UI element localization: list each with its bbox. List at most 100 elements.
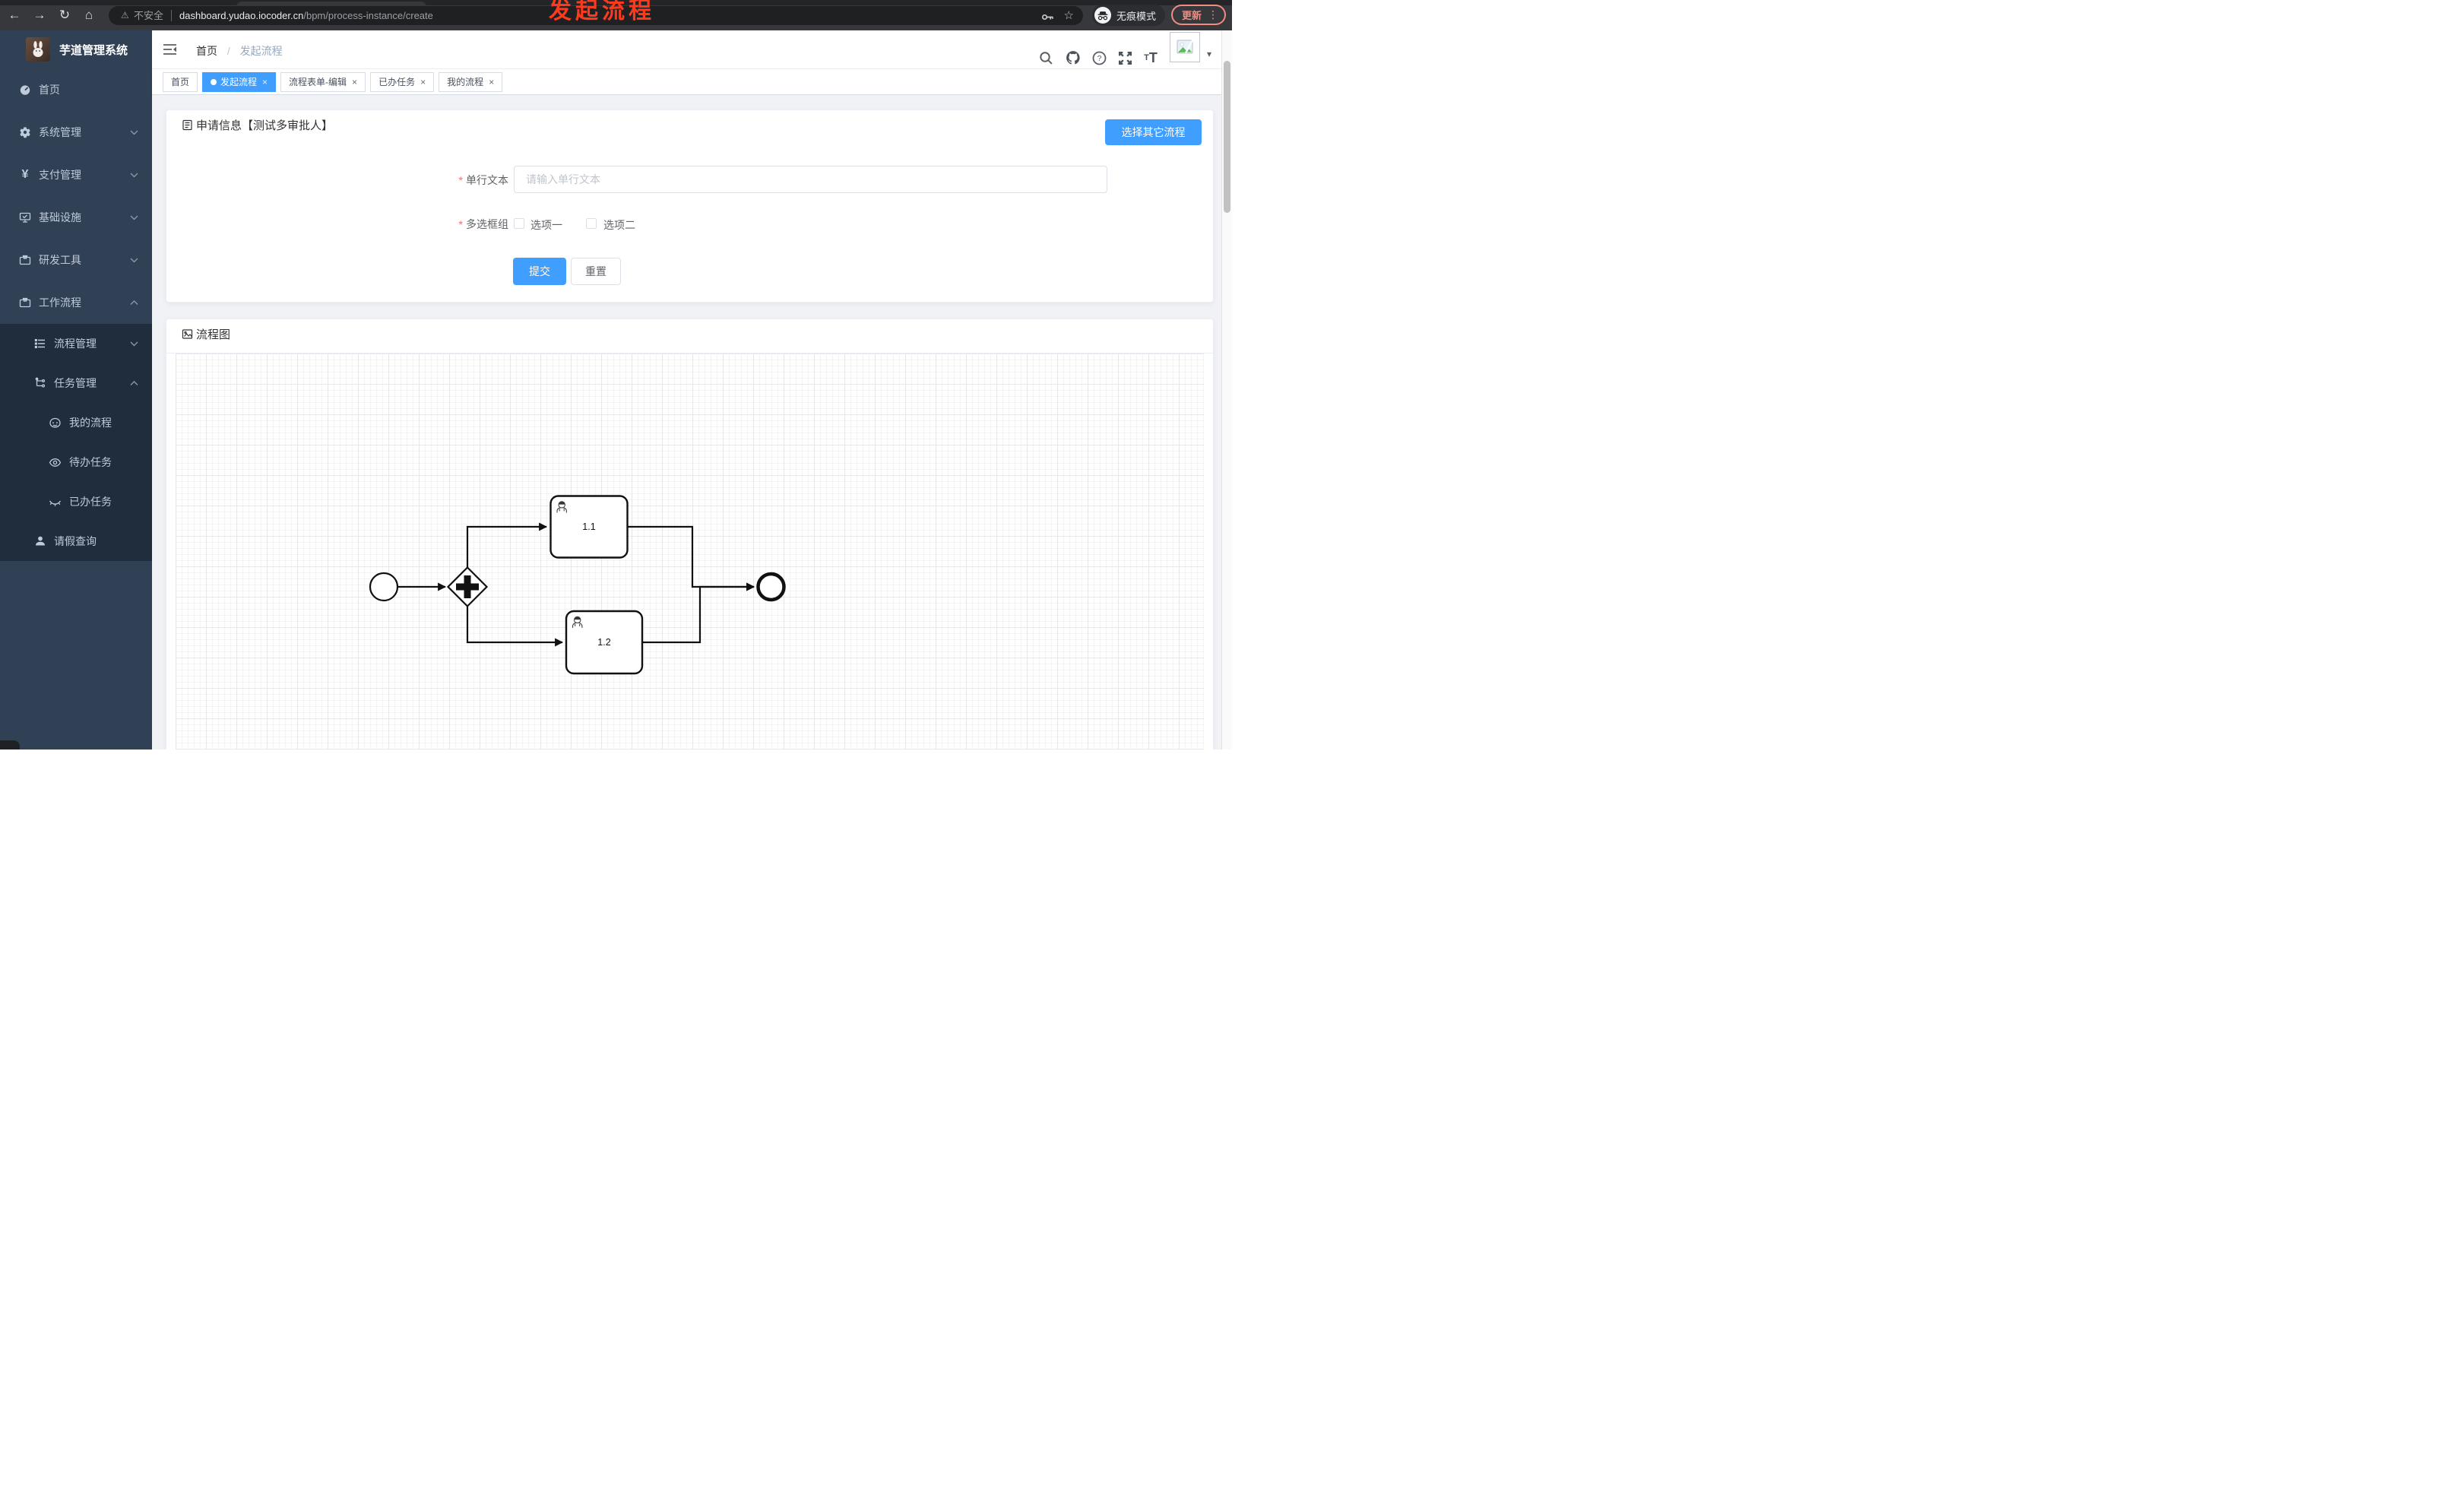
flow-task1-to-end[interactable] — [628, 525, 755, 591]
close-icon[interactable]: × — [352, 73, 357, 91]
close-icon[interactable]: × — [262, 73, 268, 91]
sidebar-item-label: 待办任务 — [69, 456, 112, 468]
flow-task2-to-end[interactable] — [642, 582, 755, 644]
key-icon[interactable] — [1041, 10, 1054, 29]
app-main: 申请信息【测试多审批人】 选择其它流程 *单行文本 *多选框组 选项一 选项二 … — [152, 95, 1221, 750]
sidebar-item-label: 支付管理 — [39, 169, 81, 181]
sidebar-item-done-tasks[interactable]: 已办任务 — [0, 482, 152, 521]
field-label-text: 多选框组 — [466, 218, 508, 230]
document-icon — [182, 119, 192, 131]
bookmark-star-icon[interactable]: ☆ — [1064, 6, 1074, 25]
breadcrumb: 首页 / 发起流程 — [196, 43, 283, 59]
task-label: 1.1 — [582, 521, 595, 532]
app-title: 芋道管理系统 — [59, 43, 128, 57]
screen: ← → ↻ ⌂ ⚠ 不安全 dashboard.yudao.iocoder.cn… — [0, 0, 1232, 750]
workflow-submenu: 流程管理 任务管理 我的流程 待办任务 已办任务 请假查询 — [0, 324, 152, 561]
apply-info-title-text: 申请信息【测试多审批人】 — [196, 119, 334, 132]
chevron-up-icon — [130, 299, 138, 306]
sidebar-item-todo-tasks[interactable]: 待办任务 — [0, 442, 152, 482]
reset-button[interactable]: 重置 — [571, 258, 621, 285]
security-label: 不安全 — [134, 10, 164, 21]
field-label-text: 单行文本 — [466, 174, 508, 186]
sidebar-item-dev-tools[interactable]: 研发工具 — [0, 239, 152, 281]
checkbox-option-1[interactable] — [514, 218, 524, 229]
url-path: /bpm/process-instance/create — [303, 10, 433, 21]
flow-gateway-to-task1[interactable] — [466, 522, 548, 567]
checkbox-option-2[interactable] — [586, 218, 597, 229]
update-button[interactable]: 更新 ⋮ — [1171, 5, 1227, 25]
svg-text:?: ? — [1097, 54, 1101, 63]
avatar-caret-icon[interactable]: ▾ — [1207, 49, 1211, 59]
face-icon — [49, 417, 62, 429]
browser-menu-icon[interactable]: ⋮ — [1208, 8, 1218, 21]
page-scrollbar[interactable] — [1221, 30, 1232, 750]
chevron-down-icon — [130, 215, 138, 220]
incognito-badge: 无痕模式 — [1092, 5, 1166, 26]
tag-label: 发起流程 — [220, 76, 258, 87]
image-icon — [182, 329, 193, 339]
security-warning-icon: ⚠ — [121, 10, 129, 21]
tag-done-tasks[interactable]: 已办任务 × — [370, 71, 435, 92]
sidebar-item-infrastructure[interactable]: 基础设施 — [0, 196, 152, 239]
sidebar-item-label: 基础设施 — [39, 211, 81, 223]
bpmn-canvas[interactable]: 1.1 1.2 — [176, 353, 1204, 750]
github-icon[interactable] — [1063, 47, 1084, 68]
url-text: dashboard.yudao.iocoder.cn/bpm/process-i… — [179, 6, 433, 25]
close-icon[interactable]: × — [420, 73, 426, 91]
browser-back-icon[interactable]: ← — [5, 5, 24, 25]
search-icon[interactable] — [1035, 47, 1056, 68]
bpmn-user-task-2[interactable]: 1.2 — [565, 610, 644, 675]
status-bubble — [0, 740, 20, 750]
submit-button[interactable]: 提交 — [513, 258, 566, 285]
checkbox-option-1-label[interactable]: 选项一 — [530, 217, 562, 233]
bpmn-end-event[interactable] — [756, 572, 786, 602]
sidebar-item-label: 工作流程 — [39, 296, 81, 309]
sidebar-item-system[interactable]: 系统管理 — [0, 111, 152, 154]
chevron-down-icon — [130, 341, 138, 347]
sidebar-item-my-process[interactable]: 我的流程 — [0, 403, 152, 442]
avatar[interactable] — [1170, 32, 1200, 62]
chevron-down-icon — [130, 258, 138, 263]
choose-other-process-button[interactable]: 选择其它流程 — [1105, 119, 1202, 145]
browser-reload-icon[interactable]: ↻ — [55, 5, 74, 25]
browser-forward-icon[interactable]: → — [30, 5, 49, 25]
page-annotation: 发起流程 — [549, 0, 655, 24]
sidebar-item-task-management[interactable]: 任务管理 — [0, 363, 152, 403]
browser-home-icon[interactable]: ⌂ — [79, 5, 99, 25]
active-tag-dot — [211, 78, 217, 85]
tag-label: 流程表单-编辑 — [289, 76, 347, 87]
sidebar-item-home[interactable]: 首页 — [0, 68, 152, 111]
sidebar-item-leave-query[interactable]: 请假查询 — [0, 521, 152, 561]
sidebar-item-process-management[interactable]: 流程管理 — [0, 324, 152, 363]
required-asterisk: * — [458, 218, 463, 230]
tag-process-form-edit[interactable]: 流程表单-编辑 × — [280, 71, 366, 92]
single-line-text-input[interactable] — [514, 166, 1107, 193]
bpmn-user-task-1[interactable]: 1.1 — [549, 495, 629, 559]
sidebar-item-label: 系统管理 — [39, 126, 81, 138]
sidebar-item-payment[interactable]: ¥ 支付管理 — [0, 154, 152, 196]
incognito-label: 无痕模式 — [1116, 10, 1157, 22]
update-label: 更新 — [1182, 10, 1202, 21]
process-diagram-card: 流程图 1.1 1.2 — [166, 318, 1214, 750]
chevron-down-icon — [130, 130, 138, 135]
dashboard-icon — [19, 84, 31, 96]
tag-my-process[interactable]: 我的流程 × — [439, 71, 503, 92]
list-icon — [34, 338, 46, 350]
eye-closed-icon — [49, 496, 62, 509]
help-icon[interactable]: ? — [1088, 47, 1110, 68]
flow-gateway-to-task2[interactable] — [466, 607, 564, 647]
font-size-icon[interactable]: TT — [1140, 47, 1161, 68]
tag-label: 首页 — [171, 76, 190, 87]
checkbox-option-2-label[interactable]: 选项二 — [603, 217, 635, 233]
close-icon[interactable]: × — [489, 73, 494, 91]
tag-create-process[interactable]: 发起流程 × — [202, 71, 277, 92]
sidebar-collapse-icon[interactable] — [163, 43, 177, 60]
breadcrumb-home[interactable]: 首页 — [196, 45, 217, 57]
bpmn-parallel-gateway[interactable] — [446, 566, 489, 608]
sidebar-item-workflow[interactable]: 工作流程 — [0, 281, 152, 324]
tag-home[interactable]: 首页 — [163, 71, 198, 92]
sidebar-item-label: 研发工具 — [39, 254, 81, 266]
bpmn-start-event[interactable] — [369, 572, 399, 602]
fullscreen-icon[interactable] — [1114, 47, 1135, 68]
scrollbar-thumb[interactable] — [1224, 61, 1230, 213]
